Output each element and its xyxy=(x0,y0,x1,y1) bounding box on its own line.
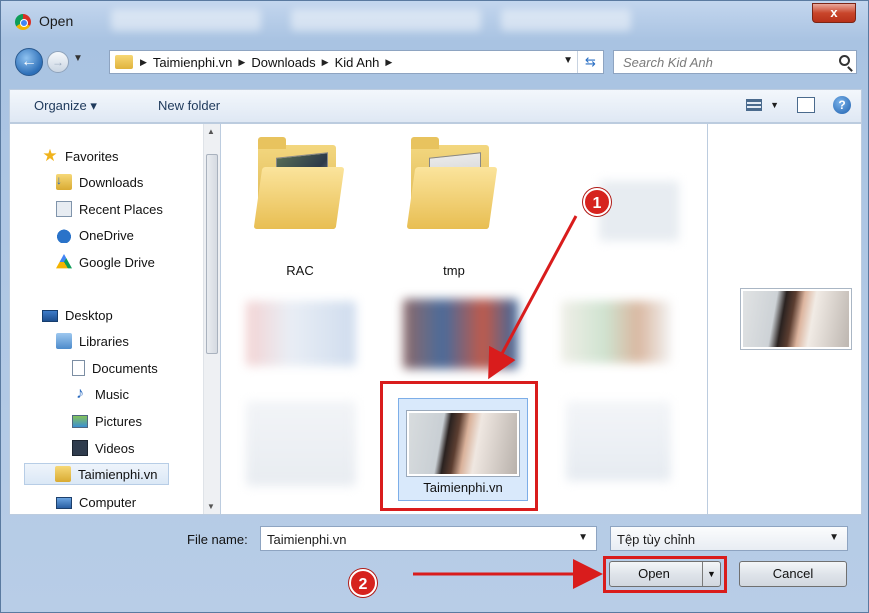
arrow-to-file xyxy=(488,215,578,380)
annotation-arrows xyxy=(413,215,603,589)
open-dialog: Open x ← → ▼ ▶ Taimienphi.vn ▶ Downloads… xyxy=(0,0,869,613)
